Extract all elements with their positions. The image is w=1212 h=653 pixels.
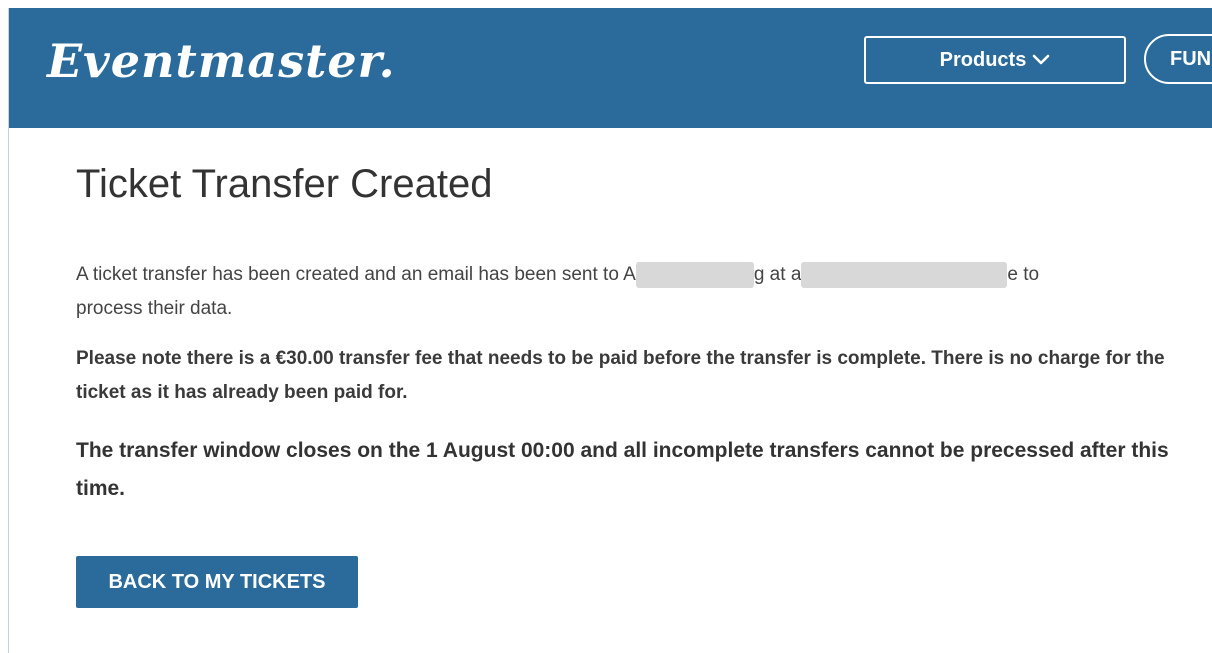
transfer-message: A ticket transfer has been created and a… <box>76 258 1206 326</box>
site-logo[interactable]: Eventmaster. <box>47 34 396 88</box>
fun-nav-label: FUN <box>1170 47 1212 70</box>
back-to-my-tickets-button[interactable]: BACK TO MY TICKETS <box>76 556 358 608</box>
page-frame: Eventmaster. Products FUN Ticket Transfe… <box>8 8 1212 653</box>
site-header: Eventmaster. Products FUN <box>9 8 1212 128</box>
recipient-tail-fragment: e to <box>1007 264 1040 285</box>
recipient-name-fragment: A <box>623 264 636 285</box>
products-menu-button[interactable]: Products <box>864 36 1126 84</box>
recipient-at-fragment: g at <box>753 264 786 285</box>
redacted-recipient-email <box>801 261 1008 288</box>
redacted-recipient-name <box>635 261 754 288</box>
products-menu-label: Products <box>939 48 1027 71</box>
page-title: Ticket Transfer Created <box>76 162 493 206</box>
transfer-message-end: process their data. <box>76 298 233 319</box>
recipient-email-fragment: a <box>790 264 802 285</box>
transfer-window-note: The transfer window closes on the 1 Augu… <box>76 439 1169 500</box>
chevron-down-icon <box>1033 54 1050 65</box>
fun-nav-button[interactable]: FUN <box>1144 34 1212 84</box>
transfer-message-text: A ticket transfer has been created and a… <box>76 264 619 285</box>
transfer-fee-note: Please note there is a €30.00 transfer f… <box>76 348 1165 403</box>
